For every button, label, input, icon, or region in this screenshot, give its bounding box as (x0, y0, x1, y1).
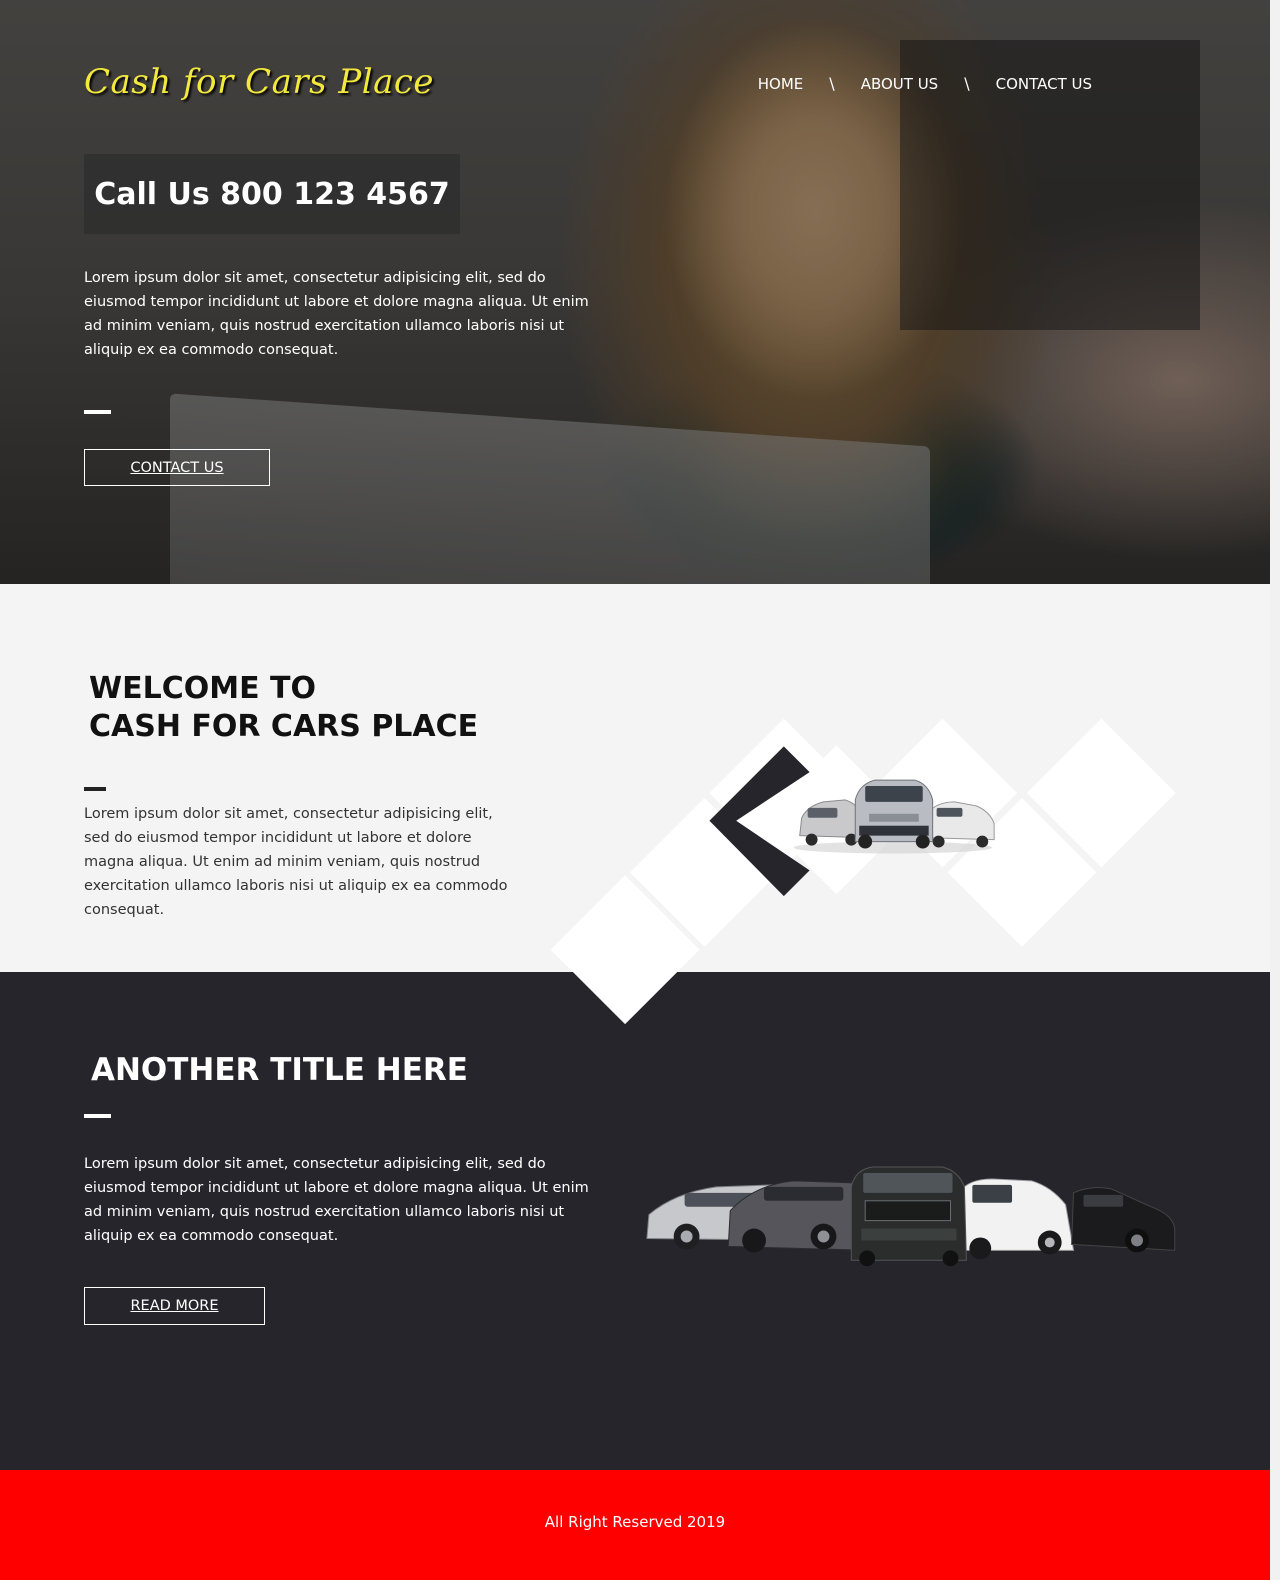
nav-separator: \ (829, 74, 835, 93)
welcome-divider (84, 787, 106, 791)
nav-separator: \ (964, 74, 970, 93)
hero-divider (84, 410, 111, 414)
vertical-scrollbar[interactable] (1270, 0, 1280, 1580)
nav-home[interactable]: HOME (758, 75, 804, 93)
site-footer: All Right Reserved 2019 (0, 1470, 1270, 1580)
feature-section: ANOTHER TITLE HERE Lorem ipsum dolor sit… (0, 972, 1270, 1470)
welcome-paragraph: Lorem ipsum dolor sit amet, consectetur … (84, 806, 508, 918)
footer-copyright: All Right Reserved 2019 (544, 1513, 726, 1531)
read-more-button[interactable]: READ MORE (84, 1287, 265, 1325)
call-us-banner: Call Us 800 123 4567 (84, 154, 460, 234)
site-logo[interactable]: Cash for Cars Place (84, 62, 434, 102)
feature-paragraph: Lorem ipsum dolor sit amet, consectetur … (84, 1156, 589, 1244)
welcome-title-line2: CASH FOR CARS PLACE (89, 709, 479, 744)
hero-section: Cash for Cars Place HOME \ ABOUT US \ CO… (0, 0, 1270, 584)
main-nav: HOME \ ABOUT US \ CONTACT US (758, 74, 1092, 93)
nav-about-us[interactable]: ABOUT US (861, 75, 939, 93)
feature-title: ANOTHER TITLE HERE (91, 1052, 468, 1088)
hero-paragraph: Lorem ipsum dolor sit amet, consectetur … (84, 270, 589, 358)
welcome-title: WELCOME TO CASH FOR CARS PLACE (89, 670, 478, 746)
feature-divider (84, 1114, 111, 1118)
welcome-section: WELCOME TO CASH FOR CARS PLACE Lorem ips… (0, 584, 1270, 972)
nav-contact-us[interactable]: CONTACT US (996, 75, 1092, 93)
hero-contact-button[interactable]: CONTACT US (84, 449, 270, 486)
welcome-title-line1: WELCOME TO (89, 671, 316, 706)
